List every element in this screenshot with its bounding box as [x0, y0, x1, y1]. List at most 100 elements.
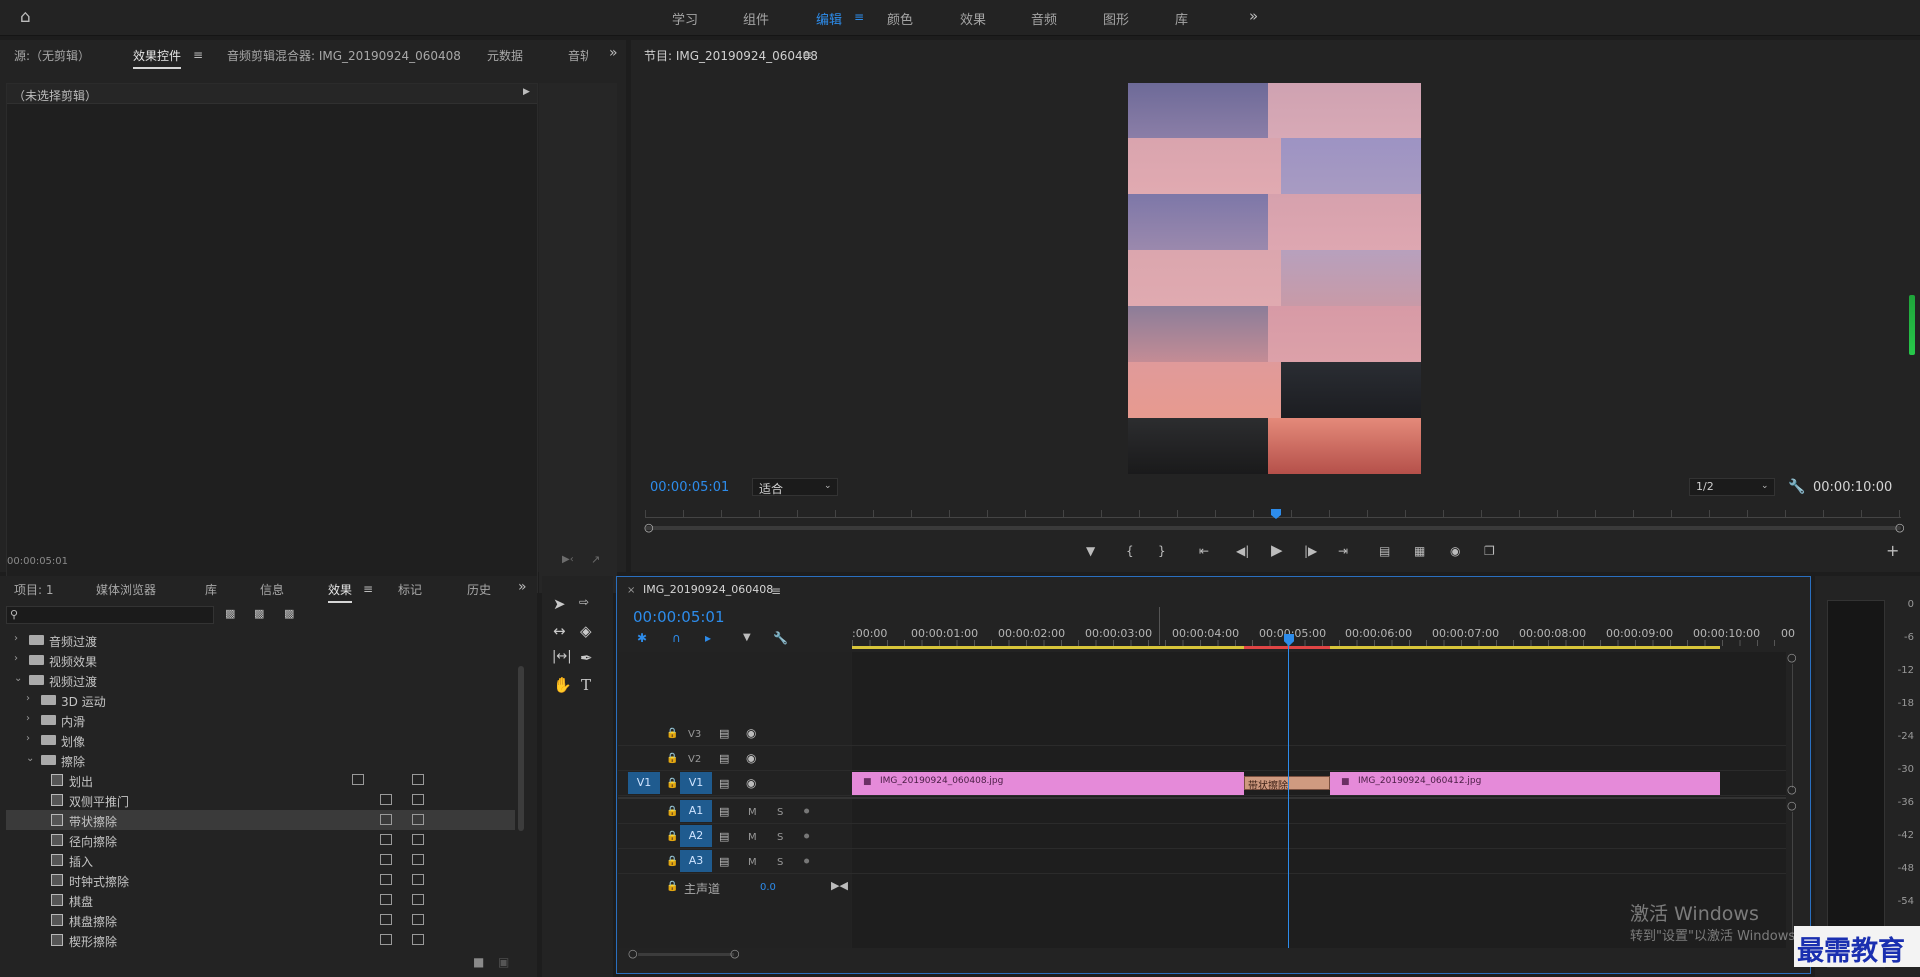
- zoom-end-handle[interactable]: ○: [730, 948, 740, 959]
- master-volume-value[interactable]: 0.0: [760, 882, 776, 893]
- timeline-title[interactable]: IMG_20190924_060408: [643, 583, 773, 596]
- tab-media-browser[interactable]: 媒体浏览器: [96, 581, 156, 598]
- timeline-zoom-bar[interactable]: [638, 953, 734, 956]
- tab-project[interactable]: 项目: 1: [14, 581, 54, 598]
- mute-button[interactable]: M: [748, 807, 757, 818]
- go-to-in-icon[interactable]: ⇤: [1199, 545, 1209, 557]
- timeline-menu-icon[interactable]: ≡: [771, 585, 781, 597]
- lock-icon[interactable]: 🔒: [666, 754, 678, 764]
- effect-item[interactable]: 插入: [6, 850, 515, 870]
- workspace-tab-editing[interactable]: 编辑: [816, 9, 842, 28]
- panel-menu-icon[interactable]: ≡: [193, 49, 203, 61]
- track-target-v1[interactable]: V1: [680, 772, 712, 794]
- effects-folder[interactable]: › 视频效果: [6, 650, 515, 670]
- resolution-select[interactable]: 1/2 ⌄: [1689, 478, 1775, 496]
- video-audio-divider[interactable]: [618, 797, 1786, 799]
- compare-view-icon[interactable]: ❐: [1484, 545, 1495, 557]
- effects-folder[interactable]: › 3D 运动: [6, 690, 515, 710]
- scrub-start-handle[interactable]: ○: [644, 522, 654, 533]
- snap-magnet-icon[interactable]: ∩: [672, 632, 681, 644]
- workspace-tab-color[interactable]: 颜色: [887, 9, 913, 28]
- video-scroll-track[interactable]: [1792, 664, 1793, 788]
- slip-tool-icon[interactable]: |↔|: [552, 649, 572, 664]
- effect-item[interactable]: 棋盘: [6, 890, 515, 910]
- go-to-out-icon[interactable]: ⇥: [1338, 545, 1348, 557]
- more-workspaces-icon[interactable]: »: [1249, 9, 1258, 24]
- extract-icon[interactable]: ▦: [1414, 545, 1425, 557]
- transition-clip[interactable]: 带状擦除: [1244, 776, 1330, 792]
- chevron-down-icon[interactable]: ⌄: [26, 753, 34, 764]
- effect-item[interactable]: 划出: [6, 770, 515, 790]
- audio-scroll-handle[interactable]: ○: [1787, 800, 1797, 811]
- effects-folder[interactable]: › 音频过渡: [6, 630, 515, 650]
- tab-libraries[interactable]: 库: [205, 581, 217, 598]
- effects-menu-icon[interactable]: ≡: [363, 583, 373, 595]
- timeline-close-icon[interactable]: ×: [627, 585, 635, 596]
- razor-tool-icon[interactable]: ◈: [580, 622, 592, 640]
- 32bit-effects-icon[interactable]: ▩: [254, 608, 264, 619]
- sync-lock-icon[interactable]: ▤: [719, 856, 729, 867]
- effect-item[interactable]: 楔形擦除: [6, 930, 515, 950]
- effects-folder[interactable]: › 内滑: [6, 710, 515, 730]
- workspace-tab-effects[interactable]: 效果: [960, 9, 986, 28]
- nest-toggle-icon[interactable]: ✱: [637, 632, 647, 644]
- mute-button[interactable]: M: [748, 857, 757, 868]
- type-tool-icon[interactable]: T: [581, 676, 591, 694]
- video-clip-1[interactable]: ■ IMG_20190924_060408.jpg: [852, 772, 1244, 795]
- add-button-icon[interactable]: +: [1886, 543, 1899, 559]
- effects-search-field[interactable]: [25, 608, 211, 622]
- mark-out-icon[interactable]: }: [1158, 545, 1166, 557]
- effects-folder[interactable]: › 划像: [6, 730, 515, 750]
- tab-audio-track[interactable]: 音轨: [568, 47, 588, 64]
- chevron-right-icon[interactable]: ›: [26, 693, 30, 704]
- selection-tool-icon[interactable]: ➤: [553, 595, 566, 613]
- home-icon[interactable]: ⌂: [20, 9, 31, 26]
- ripple-edit-tool-icon[interactable]: ↔: [553, 622, 566, 640]
- workspace-menu-icon[interactable]: ≡: [854, 11, 864, 23]
- solo-button[interactable]: S: [777, 832, 783, 843]
- zoom-start-handle[interactable]: ○: [628, 948, 638, 959]
- lock-icon[interactable]: 🔒: [666, 807, 678, 817]
- play-icon[interactable]: ▶: [1271, 543, 1283, 558]
- panel-overflow-icon[interactable]: »: [518, 580, 527, 594]
- timeline-timecode[interactable]: 00:00:05:01: [633, 608, 725, 626]
- new-bin-icon[interactable]: ■: [473, 956, 484, 968]
- zoom-fit-select[interactable]: 适合 ⌄: [752, 478, 838, 496]
- tab-info[interactable]: 信息: [260, 581, 284, 598]
- effects-search-input[interactable]: ⚲: [6, 606, 214, 624]
- lock-icon[interactable]: 🔒: [666, 857, 678, 867]
- effect-item[interactable]: 径向擦除: [6, 830, 515, 850]
- settings-wrench-icon[interactable]: 🔧: [1788, 480, 1805, 494]
- tab-source[interactable]: 源:（无剪辑）: [14, 47, 90, 64]
- step-forward-icon[interactable]: |▶: [1304, 545, 1317, 557]
- program-timecode[interactable]: 00:00:05:01: [650, 480, 729, 495]
- linked-selection-icon[interactable]: ▸: [705, 632, 711, 644]
- microphone-icon[interactable]: ⚫: [802, 856, 811, 867]
- track-target-a1[interactable]: A1: [680, 800, 712, 822]
- sync-lock-icon[interactable]: ▤: [719, 778, 729, 789]
- lift-icon[interactable]: ▤: [1379, 545, 1390, 557]
- play-audio-icon[interactable]: ▶‹: [562, 555, 574, 565]
- effects-scrollbar[interactable]: [518, 666, 524, 831]
- accelerated-effects-icon[interactable]: ▩: [225, 608, 235, 619]
- video-scroll-handle[interactable]: ○: [1787, 652, 1797, 663]
- workspace-tab-audio[interactable]: 音频: [1031, 9, 1057, 28]
- sync-lock-icon[interactable]: ▤: [719, 753, 729, 764]
- expand-arrow-icon[interactable]: ▶: [523, 88, 530, 97]
- effects-folder[interactable]: ⌄ 擦除: [6, 750, 515, 770]
- delete-icon[interactable]: ▣: [498, 956, 509, 968]
- workspace-tab-learn[interactable]: 学习: [672, 9, 698, 28]
- workspace-tab-assembly[interactable]: 组件: [743, 9, 769, 28]
- effect-item[interactable]: 带状擦除: [6, 810, 515, 830]
- audio-scroll-track[interactable]: [1792, 812, 1793, 937]
- video-preview[interactable]: [1128, 83, 1421, 474]
- chevron-down-icon[interactable]: ⌄: [14, 673, 22, 684]
- chevron-right-icon[interactable]: ›: [26, 733, 30, 744]
- mark-in-icon[interactable]: {: [1126, 545, 1134, 557]
- step-back-icon[interactable]: ◀|: [1236, 545, 1249, 557]
- workspace-tab-graphics[interactable]: 图形: [1103, 9, 1129, 28]
- chevron-right-icon[interactable]: ›: [26, 713, 30, 724]
- yuv-effects-icon[interactable]: ▩: [284, 608, 294, 619]
- chevron-right-icon[interactable]: ›: [14, 633, 18, 644]
- lock-icon[interactable]: 🔒: [666, 882, 678, 892]
